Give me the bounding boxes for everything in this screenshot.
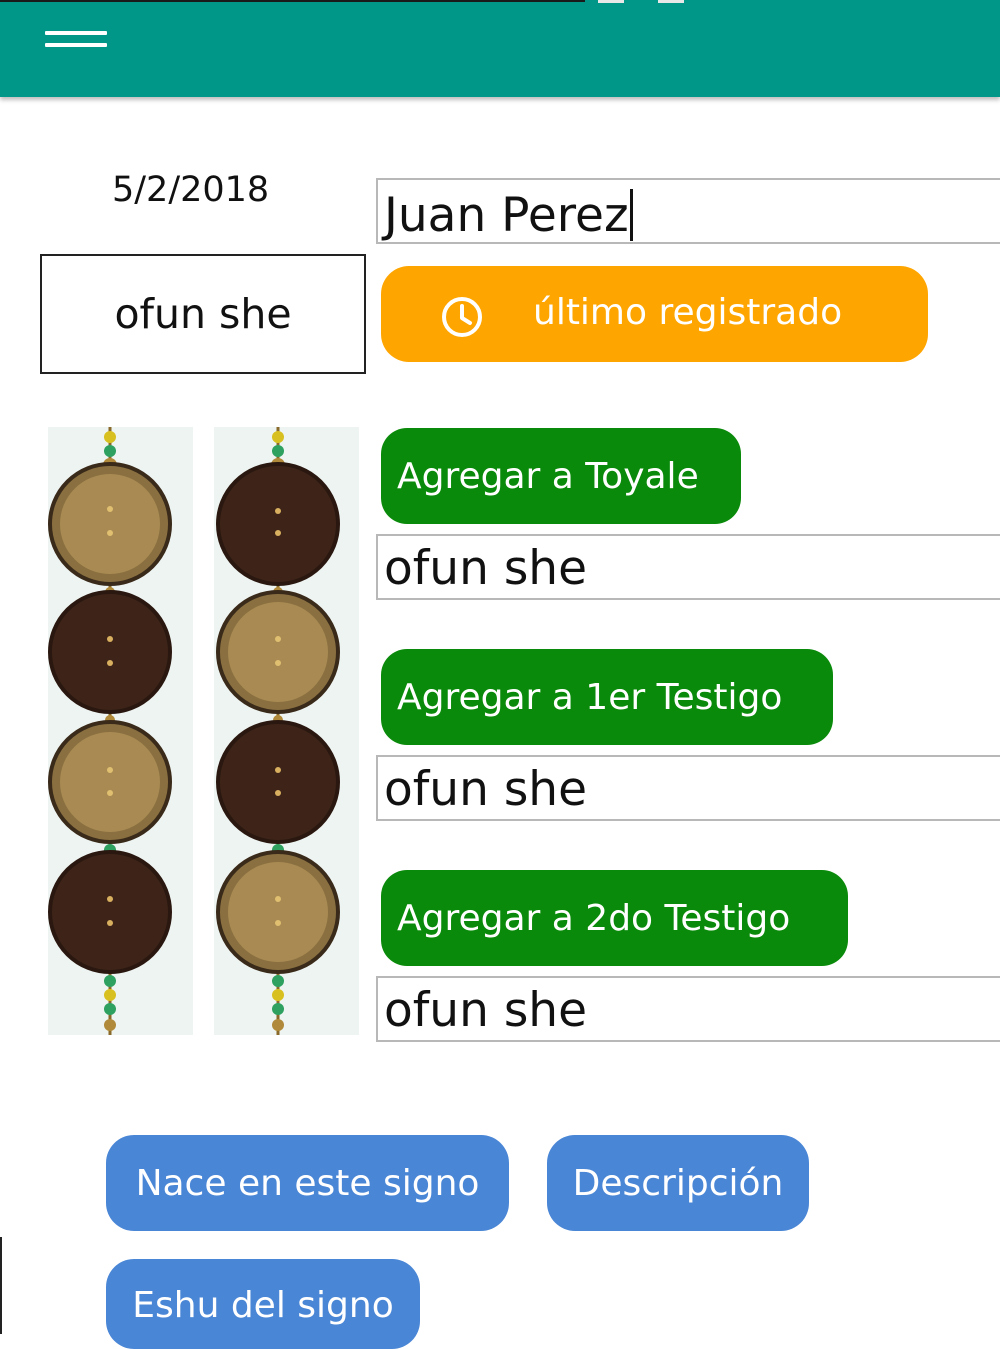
date-label: 5/2/2018 bbox=[112, 170, 270, 210]
status-bar-mark bbox=[658, 0, 684, 3]
current-sign-label: ofun she bbox=[114, 290, 292, 338]
opele-chain-image-right bbox=[214, 427, 359, 1035]
opele-chain-image bbox=[216, 427, 340, 1035]
eshu-of-sign-button[interactable]: Eshu del signo bbox=[106, 1259, 420, 1349]
toyale-value: ofun she bbox=[384, 541, 588, 596]
add-to-toyale-label: Agregar a Toyale bbox=[397, 455, 699, 497]
app-bar bbox=[0, 0, 1000, 97]
second-witness-value: ofun she bbox=[384, 983, 588, 1038]
last-registered-label: último registrado bbox=[533, 292, 843, 333]
text-cursor bbox=[629, 189, 633, 241]
current-sign-box: ofun she bbox=[40, 254, 366, 374]
name-input[interactable]: Juan Perez bbox=[376, 178, 1000, 244]
name-input-value: Juan Perez bbox=[384, 188, 629, 243]
status-bar-edge bbox=[0, 0, 585, 2]
opele-chain-image bbox=[48, 427, 172, 1035]
born-in-sign-label: Nace en este signo bbox=[135, 1162, 480, 1204]
add-to-second-witness-button[interactable]: Agregar a 2do Testigo bbox=[381, 870, 848, 966]
first-witness-value: ofun she bbox=[384, 762, 588, 817]
add-to-toyale-button[interactable]: Agregar a Toyale bbox=[381, 428, 741, 524]
last-registered-button[interactable]: último registrado bbox=[381, 266, 928, 362]
add-to-first-witness-button[interactable]: Agregar a 1er Testigo bbox=[381, 649, 833, 745]
description-button[interactable]: Descripción bbox=[547, 1135, 809, 1231]
opele-chain-image-left bbox=[48, 427, 193, 1035]
eshu-of-sign-label: Eshu del signo bbox=[132, 1285, 394, 1326]
screen-edge bbox=[0, 1237, 2, 1334]
second-witness-field[interactable]: ofun she bbox=[376, 976, 1000, 1042]
hamburger-menu-icon[interactable] bbox=[38, 22, 114, 56]
toyale-field[interactable]: ofun she bbox=[376, 534, 1000, 600]
first-witness-field[interactable]: ofun she bbox=[376, 755, 1000, 821]
description-label: Descripción bbox=[572, 1162, 784, 1204]
add-to-first-witness-label: Agregar a 1er Testigo bbox=[397, 676, 783, 718]
status-bar-mark bbox=[598, 0, 624, 3]
add-to-second-witness-label: Agregar a 2do Testigo bbox=[397, 897, 791, 939]
born-in-sign-button[interactable]: Nace en este signo bbox=[106, 1135, 509, 1231]
clock-icon bbox=[442, 297, 482, 337]
